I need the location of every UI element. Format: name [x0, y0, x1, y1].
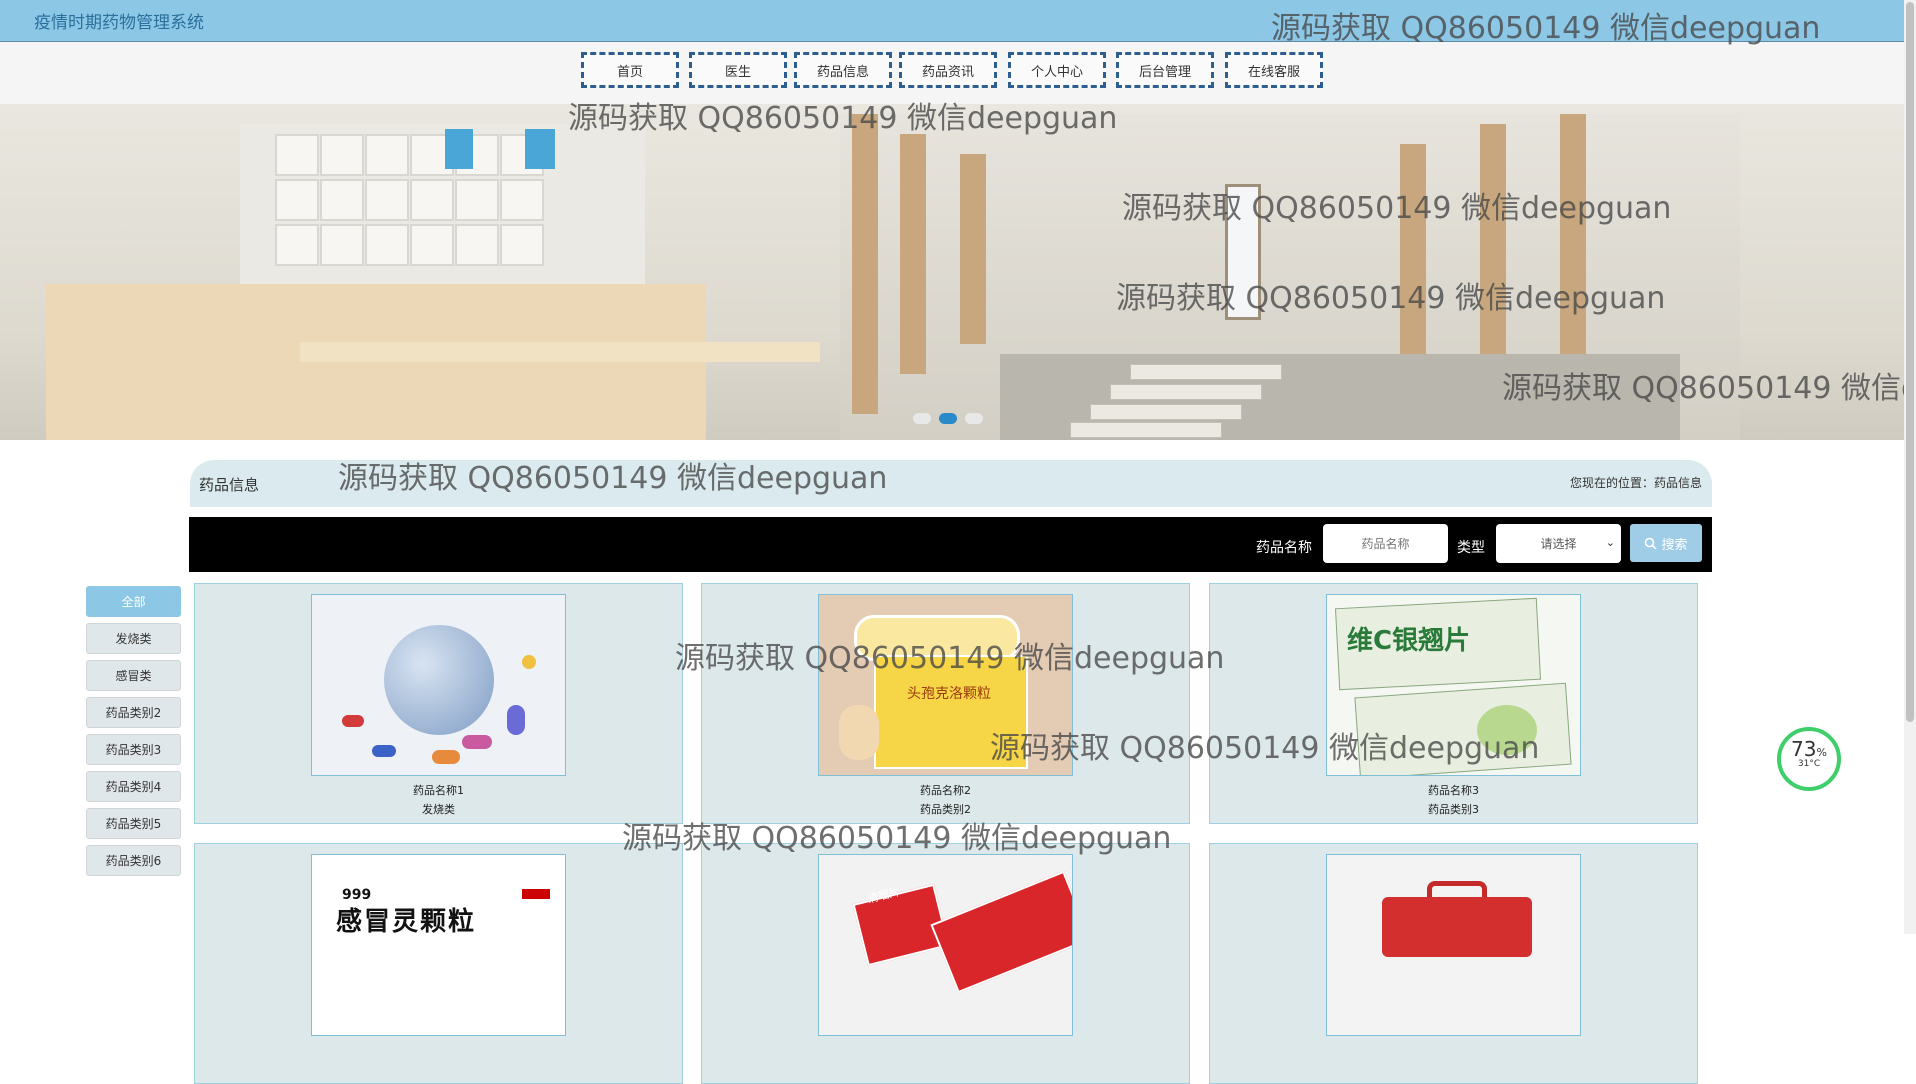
drug-name-label: 药品名称: [1256, 540, 1312, 556]
product-image[interactable]: 维C银翘片: [1326, 594, 1581, 776]
banner-counter: [46, 284, 706, 440]
category-3[interactable]: 药品类别3: [86, 734, 181, 765]
nav-admin[interactable]: 后台管理: [1116, 52, 1214, 88]
search-button-label: 搜索: [1661, 537, 1688, 553]
product-card[interactable]: [1209, 843, 1698, 1084]
app-title: 疫情时期药物管理系统: [34, 13, 204, 33]
hero-banner[interactable]: [0, 104, 1916, 440]
nav-user-center[interactable]: 个人中心: [1008, 52, 1106, 88]
category-2[interactable]: 药品类别2: [86, 697, 181, 728]
carousel-indicators: [913, 413, 983, 424]
product-box-text: 感冒灵颗粒: [336, 907, 477, 937]
product-image[interactable]: [1326, 854, 1581, 1036]
page-scrollbar[interactable]: [1904, 0, 1916, 934]
cpu-percent: 73: [1791, 737, 1817, 761]
carousel-dot-1[interactable]: [913, 413, 931, 424]
nav-online-service[interactable]: 在线客服: [1225, 52, 1323, 88]
scrollbar-thumb[interactable]: [1906, 2, 1914, 722]
category-4[interactable]: 药品类别4: [86, 771, 181, 802]
system-monitor-widget[interactable]: 73% 31°C: [1777, 727, 1841, 791]
category-6[interactable]: 药品类别6: [86, 845, 181, 876]
percent-unit: %: [1816, 746, 1827, 759]
product-card[interactable]: 999 感冒灵颗粒: [194, 843, 683, 1084]
product-card[interactable]: 清咽片: [701, 843, 1190, 1084]
product-card[interactable]: 维C银翘片 药品名称3 药品类别3: [1209, 583, 1698, 824]
section-header: 药品信息 您现在的位置：药品信息: [190, 460, 1712, 507]
search-button[interactable]: 搜索: [1630, 524, 1702, 562]
search-bar: 药品名称 类型 请选择 ⌄ 搜索: [189, 517, 1712, 572]
type-select[interactable]: 请选择 ⌄: [1496, 524, 1621, 563]
category-fever[interactable]: 发烧类: [86, 623, 181, 654]
product-card[interactable]: 药品名称1 发烧类: [194, 583, 683, 824]
product-card[interactable]: 头孢克洛颗粒 药品名称2 药品类别2: [701, 583, 1190, 824]
category-all[interactable]: 全部: [86, 586, 181, 617]
nav-doctors[interactable]: 医生: [689, 52, 787, 88]
category-cold[interactable]: 感冒类: [86, 660, 181, 691]
carousel-dot-3[interactable]: [965, 413, 983, 424]
product-image[interactable]: 999 感冒灵颗粒: [311, 854, 566, 1036]
product-image[interactable]: 清咽片: [818, 854, 1073, 1036]
drug-name-input[interactable]: [1323, 524, 1448, 563]
product-category: 发烧类: [422, 803, 455, 816]
product-image[interactable]: 头孢克洛颗粒: [818, 594, 1073, 776]
chevron-down-icon: ⌄: [1605, 536, 1615, 549]
product-category: 药品类别3: [1428, 803, 1479, 816]
temperature-readout: 31°C: [1797, 759, 1821, 769]
nav-home[interactable]: 首页: [581, 52, 679, 88]
product-category: 药品类别2: [920, 803, 971, 816]
carousel-dot-2[interactable]: [939, 413, 957, 424]
section-title: 药品信息: [199, 476, 260, 494]
breadcrumb: 您现在的位置：药品信息: [1569, 476, 1702, 490]
type-label: 类型: [1457, 540, 1485, 556]
nav-drug-news[interactable]: 药品资讯: [899, 52, 997, 88]
category-5[interactable]: 药品类别5: [86, 808, 181, 839]
product-name: 药品名称1: [413, 784, 464, 797]
search-icon: [1645, 537, 1658, 550]
category-sidebar: 全部 发烧类 感冒类 药品类别2 药品类别3 药品类别4 药品类别5 药品类别6: [86, 586, 181, 882]
product-name: 药品名称2: [920, 784, 971, 797]
product-name: 药品名称3: [1428, 784, 1479, 797]
product-image[interactable]: [311, 594, 566, 776]
product-box-text: 维C银翘片: [1347, 626, 1471, 656]
nav-drug-info[interactable]: 药品信息: [794, 52, 892, 88]
main-nav: 首页 医生 药品信息 药品资讯 个人中心 后台管理 在线客服: [0, 42, 1916, 104]
product-box-text: 头孢克洛颗粒: [907, 686, 991, 702]
type-select-value: 请选择: [1540, 537, 1577, 551]
top-bar: 疫情时期药物管理系统: [0, 0, 1916, 42]
